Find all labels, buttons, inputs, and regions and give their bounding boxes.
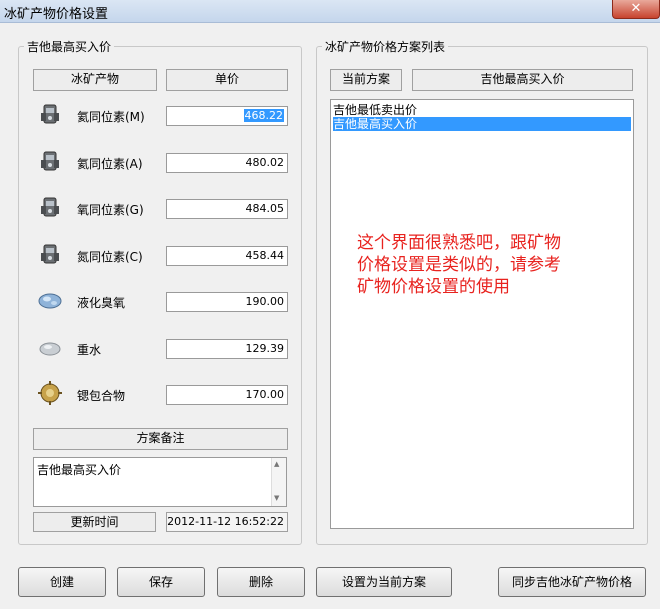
price-input[interactable]: 129.39 [166,339,288,359]
product-name-label: 氦同位素(M) [77,110,145,124]
window-title: 冰矿产物价格设置 [4,7,109,22]
price-value: 480.02 [245,156,285,169]
isotope-canister-icon [37,101,63,127]
price-value: 468.22 [243,109,284,122]
sync-prices-button[interactable]: 同步吉他冰矿产物价格 [498,567,646,597]
annotation-line: 矿物价格设置的使用 [357,277,510,297]
scroll-up-icon[interactable]: ▲ [274,460,279,468]
memo-scrollbar[interactable]: ▲ ▼ [271,458,286,506]
price-input[interactable]: 468.22 [166,106,288,126]
title-bar: 冰矿产物价格设置 ✕ [0,0,660,23]
annotation-note: 这个界面很熟悉吧，跟矿物 价格设置是类似的，请参考 矿物价格设置的使用 [357,232,561,298]
liquid-ozone-icon [37,287,63,313]
product-name-label: 氦同位素(A) [77,157,143,171]
price-input[interactable]: 484.05 [166,199,288,219]
memo-header: 方案备注 [33,428,288,450]
price-input[interactable]: 170.00 [166,385,288,405]
memo-textarea[interactable]: 吉他最高买入价 ▲ ▼ [33,457,287,507]
set-current-plan-button[interactable]: 设置为当前方案 [316,567,452,597]
product-name-label: 锶包合物 [77,389,126,403]
product-name-label: 重水 [77,343,102,357]
product-column-header: 冰矿产物 [33,69,157,91]
memo-text: 吉他最高买入价 [37,463,122,477]
right-group-title: 冰矿产物价格方案列表 [322,38,449,55]
price-value: 190.00 [245,295,285,308]
annotation-line: 这个界面很熟悉吧，跟矿物 [357,233,561,253]
plan-list-item[interactable]: 吉他最低卖出价 [333,103,631,117]
scroll-down-icon[interactable]: ▼ [274,494,279,502]
left-group-title: 吉他最高买入价 [24,38,115,55]
strontium-clathrate-icon [37,380,63,406]
heavy-water-icon [37,334,63,360]
isotope-canister-icon [37,194,63,220]
plan-listbox[interactable]: 吉他最低卖出价 吉他最高买入价 [330,99,634,529]
product-name-label: 氧同位素(G) [77,203,144,217]
product-name-label: 氮同位素(C) [77,250,143,264]
create-button[interactable]: 创建 [18,567,106,597]
current-plan-value: 吉他最高买入价 [412,69,633,91]
delete-button[interactable]: 删除 [217,567,305,597]
price-input[interactable]: 458.44 [166,246,288,266]
current-plan-label: 当前方案 [330,69,402,91]
annotation-line: 价格设置是类似的，请参考 [357,255,561,275]
price-input[interactable]: 480.02 [166,153,288,173]
plan-list-item-selected[interactable]: 吉他最高买入价 [333,117,631,131]
update-time-label: 更新时间 [33,512,156,532]
update-time-value: 2012-11-12 16:52:22 [166,512,288,532]
price-value: 129.39 [245,342,285,355]
price-value: 484.05 [245,202,285,215]
product-name-label: 液化臭氧 [77,296,126,310]
save-button[interactable]: 保存 [117,567,205,597]
isotope-canister-icon [37,148,63,174]
price-input[interactable]: 190.00 [166,292,288,312]
price-column-header: 单价 [166,69,288,91]
price-value: 170.00 [245,388,285,401]
price-value: 458.44 [245,249,285,262]
close-button[interactable]: ✕ [612,0,660,19]
isotope-canister-icon [37,241,63,267]
